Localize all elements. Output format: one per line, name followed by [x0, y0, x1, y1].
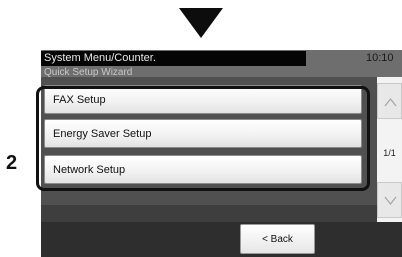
down-arrow-icon	[179, 8, 223, 38]
clock: 10:10	[366, 52, 394, 64]
list-bottom-bar	[41, 205, 377, 222]
footer-bar	[41, 222, 402, 257]
chevron-down-icon	[384, 196, 397, 206]
callout-number: 2	[6, 152, 18, 174]
header-bar: System Menu/Counter. 10:10 Quick Setup W…	[41, 50, 402, 78]
page-title: System Menu/Counter.	[41, 51, 306, 66]
chevron-up-icon	[384, 97, 397, 107]
scroll-down-button[interactable]	[377, 182, 402, 218]
back-button[interactable]: < Back	[240, 224, 315, 254]
scroll-up-button[interactable]	[377, 83, 402, 119]
selection-highlight-frame	[36, 86, 370, 191]
page-indicator: 1/1	[383, 148, 396, 158]
